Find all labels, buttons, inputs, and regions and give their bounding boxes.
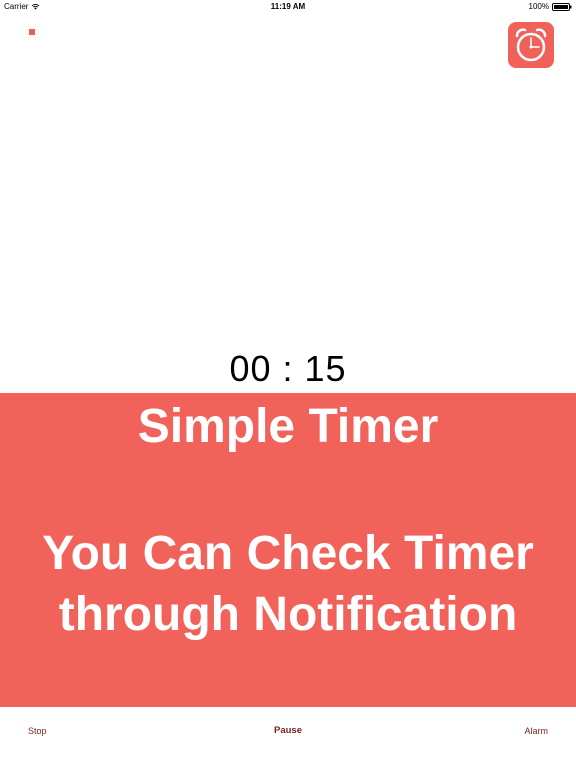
timer-display: 00 : 15 [229,348,347,389]
alarm-app-button[interactable] [508,22,554,68]
battery-icon [552,2,572,11]
promo-banner: Simple Timer You Can Check Timer through… [0,393,576,707]
stop-icon[interactable] [29,29,35,35]
pause-button[interactable]: Pause [0,725,576,736]
banner-description: You Can Check Timer through Notification [42,527,534,641]
status-bar: Carrier 11:19 AM 100% [0,0,576,14]
battery-percent: 100% [528,2,549,11]
status-battery: 100% [529,2,572,11]
bottom-toolbar: Stop Pause Alarm [0,707,576,768]
banner-title: Simple Timer [137,400,439,453]
status-time: 11:19 AM [270,2,306,11]
alarm-button[interactable]: Alarm [524,726,548,736]
alarm-clock-icon [515,28,547,62]
